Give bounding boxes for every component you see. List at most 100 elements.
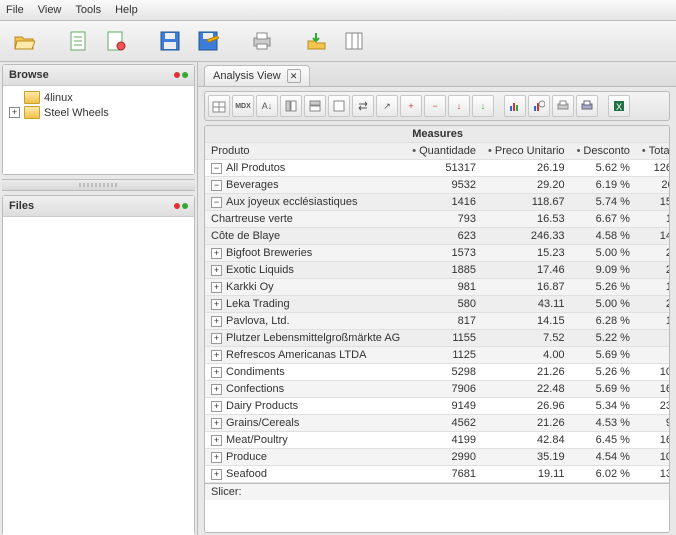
expand-icon[interactable]: + [211, 418, 222, 429]
cell-value: 15.23 [482, 245, 571, 262]
row-label[interactable]: +Dairy Products [205, 398, 406, 415]
cell-value: 16.53 [482, 211, 571, 228]
drill-minus-icon[interactable]: − [424, 95, 446, 117]
row-label[interactable]: −Aux joyeux ecclésiastiques [205, 194, 406, 211]
cell-value: 5.26 % [571, 364, 636, 381]
columns-button[interactable] [338, 25, 370, 57]
row-label[interactable]: +Leka Trading [205, 296, 406, 313]
row-label[interactable]: +Plutzer Lebensmittelgroßmärkte AG [205, 330, 406, 347]
table-row: +Exotic Liquids188517.469.09 %29928 [205, 262, 670, 279]
export-button[interactable] [300, 25, 332, 57]
save-edit-button[interactable] [192, 25, 224, 57]
expand-icon[interactable]: + [211, 265, 222, 276]
drill-plus-icon[interactable]: + [400, 95, 422, 117]
browse-tree: 4linux +Steel Wheels [3, 86, 194, 174]
table-row: +Leka Trading58043.115.00 %23752 [205, 296, 670, 313]
menu-tools[interactable]: Tools [75, 4, 101, 16]
cell-value: 1573 [406, 245, 482, 262]
print2-icon[interactable] [552, 95, 574, 117]
cell-value: 5.69 % [571, 347, 636, 364]
expand-icon[interactable]: + [211, 367, 222, 378]
layout3-icon[interactable] [328, 95, 350, 117]
row-label[interactable]: +Refrescos Americanas LTDA [205, 347, 406, 364]
refresh-icon[interactable] [174, 203, 188, 209]
expand-icon[interactable]: + [211, 316, 222, 327]
expand-icon[interactable]: + [211, 299, 222, 310]
row-label[interactable]: +Condiments [205, 364, 406, 381]
expand-icon[interactable]: + [211, 401, 222, 412]
close-icon[interactable]: ✕ [287, 69, 301, 83]
cell-value: 26.19 [482, 160, 571, 177]
menu-file[interactable]: File [6, 4, 24, 16]
print3-icon[interactable] [576, 95, 598, 117]
expand-icon[interactable]: + [211, 350, 222, 361]
col-header[interactable]: •Preco Unitario [482, 143, 571, 160]
layout2-icon[interactable] [304, 95, 326, 117]
row-label[interactable]: +Seafood [205, 466, 406, 483]
row-label[interactable]: +Meat/Poultry [205, 432, 406, 449]
row-label[interactable]: +Confections [205, 381, 406, 398]
cell-value: 92595 [636, 415, 670, 432]
open-button[interactable] [8, 25, 40, 57]
row-label[interactable]: +Produce [205, 449, 406, 466]
chart-config-icon[interactable] [528, 95, 550, 117]
print-button[interactable] [246, 25, 278, 57]
row-label[interactable]: −All Produtos [205, 160, 406, 177]
table-row: +Seafood768119.116.02 %137913 [205, 466, 670, 483]
cell-value: 35.19 [482, 449, 571, 466]
new-doc-button[interactable] [62, 25, 94, 57]
menu-help[interactable]: Help [115, 4, 138, 16]
collapse-icon[interactable]: − [211, 163, 222, 174]
menu-view[interactable]: View [38, 4, 62, 16]
down-red-icon[interactable]: ↓ [448, 95, 470, 117]
table-row: +Pavlova, Ltd.81714.156.28 %10837 [205, 313, 670, 330]
swap-icon[interactable] [352, 95, 374, 117]
col-header[interactable]: •Quantidade [406, 143, 482, 160]
expand-icon[interactable]: + [211, 452, 222, 463]
expand-icon[interactable]: + [211, 435, 222, 446]
col-header[interactable]: •Desconto [571, 143, 636, 160]
cube-icon[interactable] [208, 95, 230, 117]
mdx-icon[interactable]: MDX [232, 95, 254, 117]
expand-icon[interactable]: + [211, 248, 222, 259]
chart-bar-icon[interactable] [504, 95, 526, 117]
dim-header[interactable]: Produto [205, 143, 406, 160]
cell-value: 261115 [636, 177, 670, 194]
sort-icon[interactable]: A↓ [256, 95, 278, 117]
row-label[interactable]: +Grains/Cereals [205, 415, 406, 432]
layout1-icon[interactable] [280, 95, 302, 117]
cell-value: 5298 [406, 364, 482, 381]
expand-icon[interactable]: + [211, 333, 222, 344]
row-label[interactable]: Chartreuse verte [205, 211, 406, 228]
collapse-icon[interactable]: − [211, 180, 222, 191]
expand-icon[interactable]: + [211, 282, 222, 293]
row-label[interactable]: +Pavlova, Ltd. [205, 313, 406, 330]
expand-icon[interactable]: + [211, 469, 222, 480]
tree-item-4linux[interactable]: 4linux [7, 90, 190, 105]
tree-item-steelwheels[interactable]: +Steel Wheels [7, 105, 190, 120]
splitter[interactable] [2, 179, 195, 191]
cell-value: 22760 [636, 245, 670, 262]
new-doc-star-button[interactable] [100, 25, 132, 57]
save-button[interactable] [154, 25, 186, 57]
row-label[interactable]: +Exotic Liquids [205, 262, 406, 279]
table-row: −Beverages953229.206.19 %261115 [205, 177, 670, 194]
expand-icon[interactable]: + [9, 107, 20, 118]
folder-icon [24, 91, 40, 104]
collapse-icon[interactable]: − [211, 197, 222, 208]
tab-analysis-view[interactable]: Analysis View ✕ [204, 65, 310, 86]
cell-value: 4.58 % [571, 228, 636, 245]
expand-icon[interactable]: + [211, 384, 222, 395]
cell-value: 167599 [636, 381, 670, 398]
row-label[interactable]: −Beverages [205, 177, 406, 194]
refresh-icon[interactable] [174, 72, 188, 78]
cell-value: 1155 [406, 330, 482, 347]
col-header[interactable]: •Total Item [636, 143, 670, 160]
row-label[interactable]: +Karkki Oy [205, 279, 406, 296]
down-green-icon[interactable]: ↓ [472, 95, 494, 117]
row-label[interactable]: Côte de Blaye [205, 228, 406, 245]
cell-value: 1416 [406, 194, 482, 211]
excel-icon[interactable]: X [608, 95, 630, 117]
expand-icon[interactable]: ↗ [376, 95, 398, 117]
row-label[interactable]: +Bigfoot Breweries [205, 245, 406, 262]
